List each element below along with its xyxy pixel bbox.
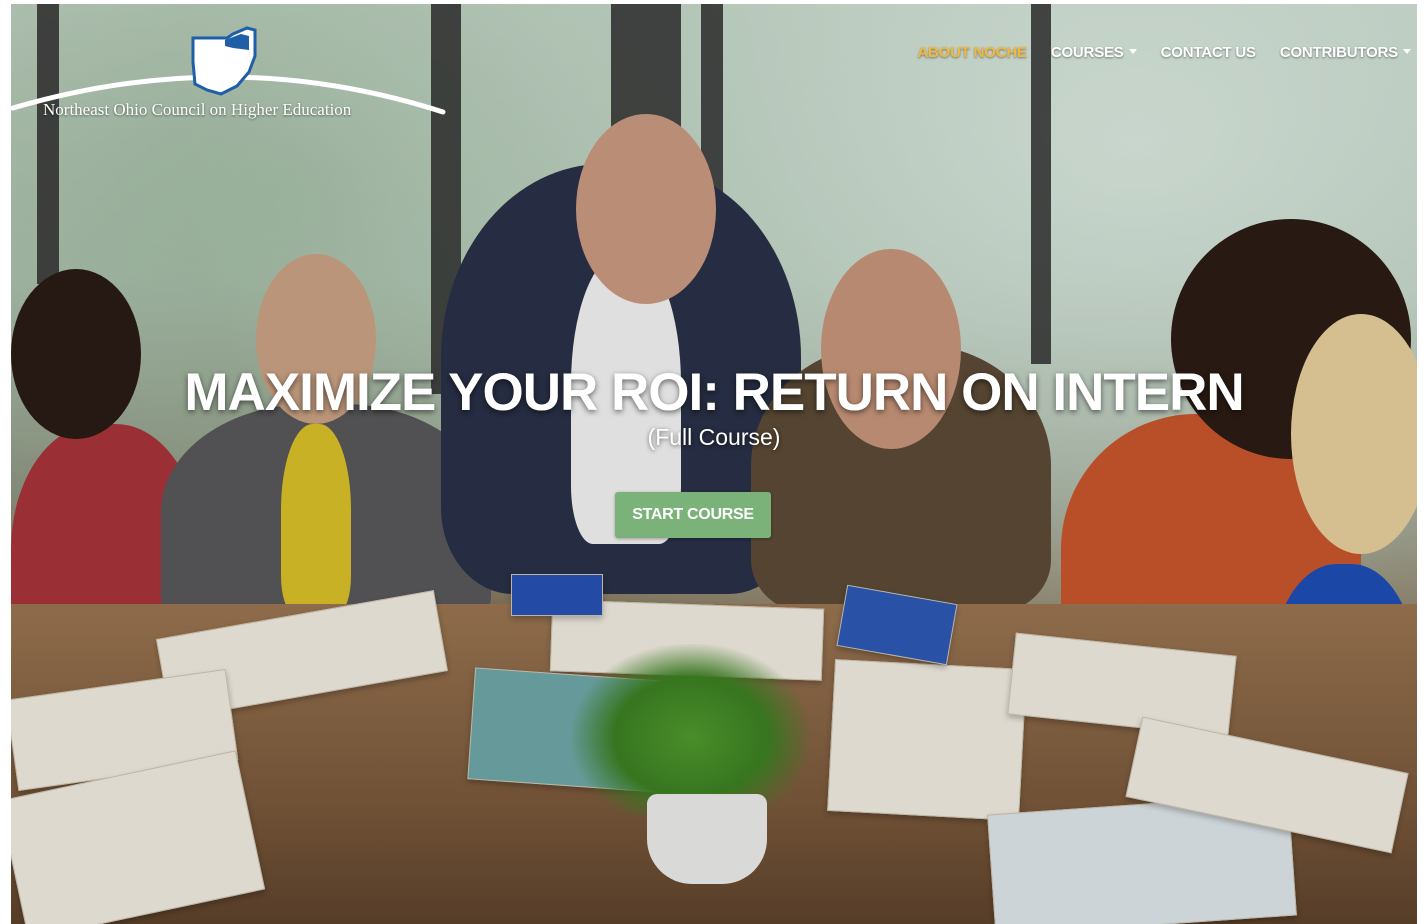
nav-item-contact-us[interactable]: CONTACT US [1161, 44, 1256, 61]
ohio-state-outline-icon [191, 26, 257, 96]
caret-down-icon [1128, 49, 1137, 54]
caret-down-icon [1403, 49, 1411, 54]
nav-item-contributors[interactable]: CONTRIBUTORS [1280, 44, 1411, 61]
nav-item-about-noche[interactable]: ABOUT NOCHE [917, 44, 1027, 61]
nav-item-label: CONTRIBUTORS [1279, 44, 1398, 61]
nav-item-label: ABOUT NOCHE [917, 44, 1027, 61]
hero-overlay [11, 4, 1417, 924]
nav-item-courses[interactable]: COURSES [1051, 44, 1137, 61]
logo-text: Northeast Ohio Council on Higher Educati… [43, 100, 352, 119]
hero-background-image [11, 4, 1417, 924]
start-course-button[interactable]: START COURSE [615, 492, 771, 538]
hero-title: MAXIMIZE YOUR ROI: RETURN ON INTERN [184, 363, 1244, 422]
hero-subtitle: (Full Course) [647, 424, 781, 450]
nav-item-label: COURSES [1050, 44, 1124, 61]
page: Northeast Ohio Council on Higher Educati… [11, 4, 1417, 924]
nav-item-label: CONTACT US [1160, 44, 1256, 61]
main-nav: ABOUT NOCHE COURSES CONTACT US CONTRIBUT… [917, 44, 1411, 61]
